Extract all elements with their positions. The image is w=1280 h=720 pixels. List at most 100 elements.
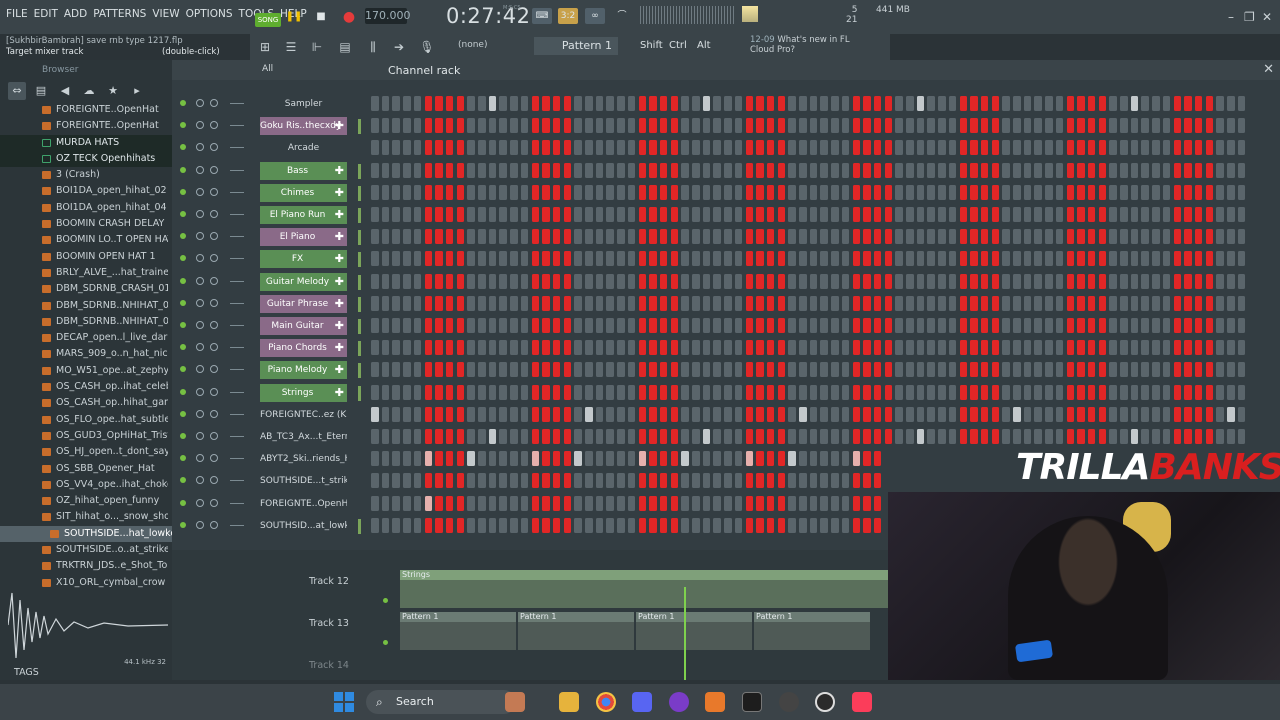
step-button[interactable] — [1237, 140, 1246, 156]
step-button[interactable] — [638, 495, 646, 511]
step-button[interactable] — [563, 207, 572, 222]
menu-view[interactable]: VIEW — [152, 8, 179, 20]
step-button[interactable] — [531, 517, 539, 533]
step-button[interactable] — [756, 118, 764, 134]
step-button[interactable] — [1173, 318, 1181, 333]
channel-name-button[interactable]: FX ✚ — [260, 250, 347, 269]
step-button[interactable] — [713, 140, 721, 156]
step-button[interactable] — [927, 118, 935, 134]
step-button[interactable] — [724, 295, 732, 311]
step-button[interactable] — [777, 517, 786, 533]
step-button[interactable] — [670, 162, 679, 178]
step-button[interactable] — [809, 184, 818, 200]
step-button[interactable] — [991, 384, 1000, 400]
step-button[interactable] — [1077, 429, 1085, 444]
step-button[interactable] — [1055, 251, 1064, 267]
step-button[interactable] — [777, 162, 786, 178]
step-button[interactable] — [788, 162, 796, 178]
step-button[interactable] — [884, 162, 893, 178]
step-button[interactable] — [1109, 362, 1117, 378]
step-button[interactable] — [1066, 162, 1074, 178]
volume-knob-icon[interactable] — [210, 232, 218, 241]
step-button[interactable] — [574, 384, 582, 400]
volume-knob-icon[interactable] — [210, 165, 218, 174]
step-button[interactable] — [413, 251, 422, 267]
step-button[interactable] — [1002, 406, 1010, 422]
step-button[interactable] — [478, 406, 486, 422]
step-button[interactable] — [445, 429, 454, 444]
step-button[interactable] — [510, 362, 518, 378]
step-button[interactable] — [1130, 429, 1139, 444]
step-button[interactable] — [574, 295, 582, 311]
step-button[interactable] — [777, 473, 786, 489]
step-button[interactable] — [1013, 96, 1021, 111]
step-button[interactable] — [456, 229, 465, 245]
step-button[interactable] — [681, 340, 689, 356]
step-button[interactable] — [563, 340, 572, 356]
step-button[interactable] — [809, 273, 818, 289]
step-button[interactable] — [659, 429, 668, 444]
step-button[interactable] — [991, 340, 1000, 356]
step-button[interactable] — [1034, 318, 1042, 333]
step-button[interactable] — [1194, 340, 1203, 356]
step-button[interactable] — [970, 362, 978, 378]
step-button[interactable] — [542, 340, 550, 356]
step-button[interactable] — [371, 340, 379, 356]
step-button[interactable] — [1034, 273, 1042, 289]
step-button[interactable] — [1173, 340, 1181, 356]
step-button[interactable] — [520, 362, 529, 378]
step-button[interactable] — [959, 429, 967, 444]
step-button[interactable] — [1227, 162, 1235, 178]
step-button[interactable] — [702, 384, 711, 400]
step-button[interactable] — [1045, 340, 1053, 356]
step-button[interactable] — [948, 295, 957, 311]
channel-name-button[interactable]: Arcade — [260, 139, 347, 157]
step-button[interactable] — [542, 184, 550, 200]
step-button[interactable] — [531, 362, 539, 378]
step-button[interactable] — [906, 162, 914, 178]
step-button[interactable] — [649, 251, 657, 267]
step-button[interactable] — [970, 251, 978, 267]
step-button[interactable] — [606, 362, 614, 378]
step-button[interactable] — [392, 118, 400, 134]
step-button[interactable] — [1227, 384, 1235, 400]
step-button[interactable] — [520, 118, 529, 134]
step-button[interactable] — [756, 429, 764, 444]
step-button[interactable] — [948, 96, 957, 111]
step-button[interactable] — [445, 118, 454, 134]
step-button[interactable] — [692, 340, 700, 356]
step-button[interactable] — [1055, 429, 1064, 444]
channel-options-icon[interactable]: ✚ — [335, 184, 344, 202]
step-button[interactable] — [542, 96, 550, 111]
step-button[interactable] — [574, 229, 582, 245]
step-button[interactable] — [831, 229, 839, 245]
step-button[interactable] — [585, 451, 593, 467]
channel-mute-led[interactable] — [180, 322, 186, 328]
step-button[interactable] — [1045, 273, 1053, 289]
step-button[interactable] — [809, 318, 818, 333]
minimize-icon[interactable]: – — [1228, 10, 1234, 24]
step-button[interactable] — [617, 318, 625, 333]
step-button[interactable] — [670, 118, 679, 134]
step-button[interactable] — [702, 429, 711, 444]
step-button[interactable] — [542, 251, 550, 267]
step-button[interactable] — [1184, 184, 1192, 200]
step-button[interactable] — [1013, 384, 1021, 400]
step-button[interactable] — [392, 406, 400, 422]
step-button[interactable] — [766, 473, 775, 489]
step-button[interactable] — [1184, 251, 1192, 267]
step-button[interactable] — [681, 207, 689, 222]
step-button[interactable] — [970, 384, 978, 400]
step-button[interactable] — [1152, 251, 1160, 267]
step-button[interactable] — [627, 362, 636, 378]
step-button[interactable] — [1013, 251, 1021, 267]
step-button[interactable] — [766, 229, 775, 245]
step-button[interactable] — [831, 207, 839, 222]
step-button[interactable] — [381, 406, 390, 422]
step-button[interactable] — [1098, 340, 1107, 356]
step-button[interactable] — [692, 429, 700, 444]
step-button[interactable] — [841, 229, 850, 245]
step-button[interactable] — [702, 140, 711, 156]
step-button[interactable] — [574, 451, 582, 467]
step-button[interactable] — [852, 184, 860, 200]
